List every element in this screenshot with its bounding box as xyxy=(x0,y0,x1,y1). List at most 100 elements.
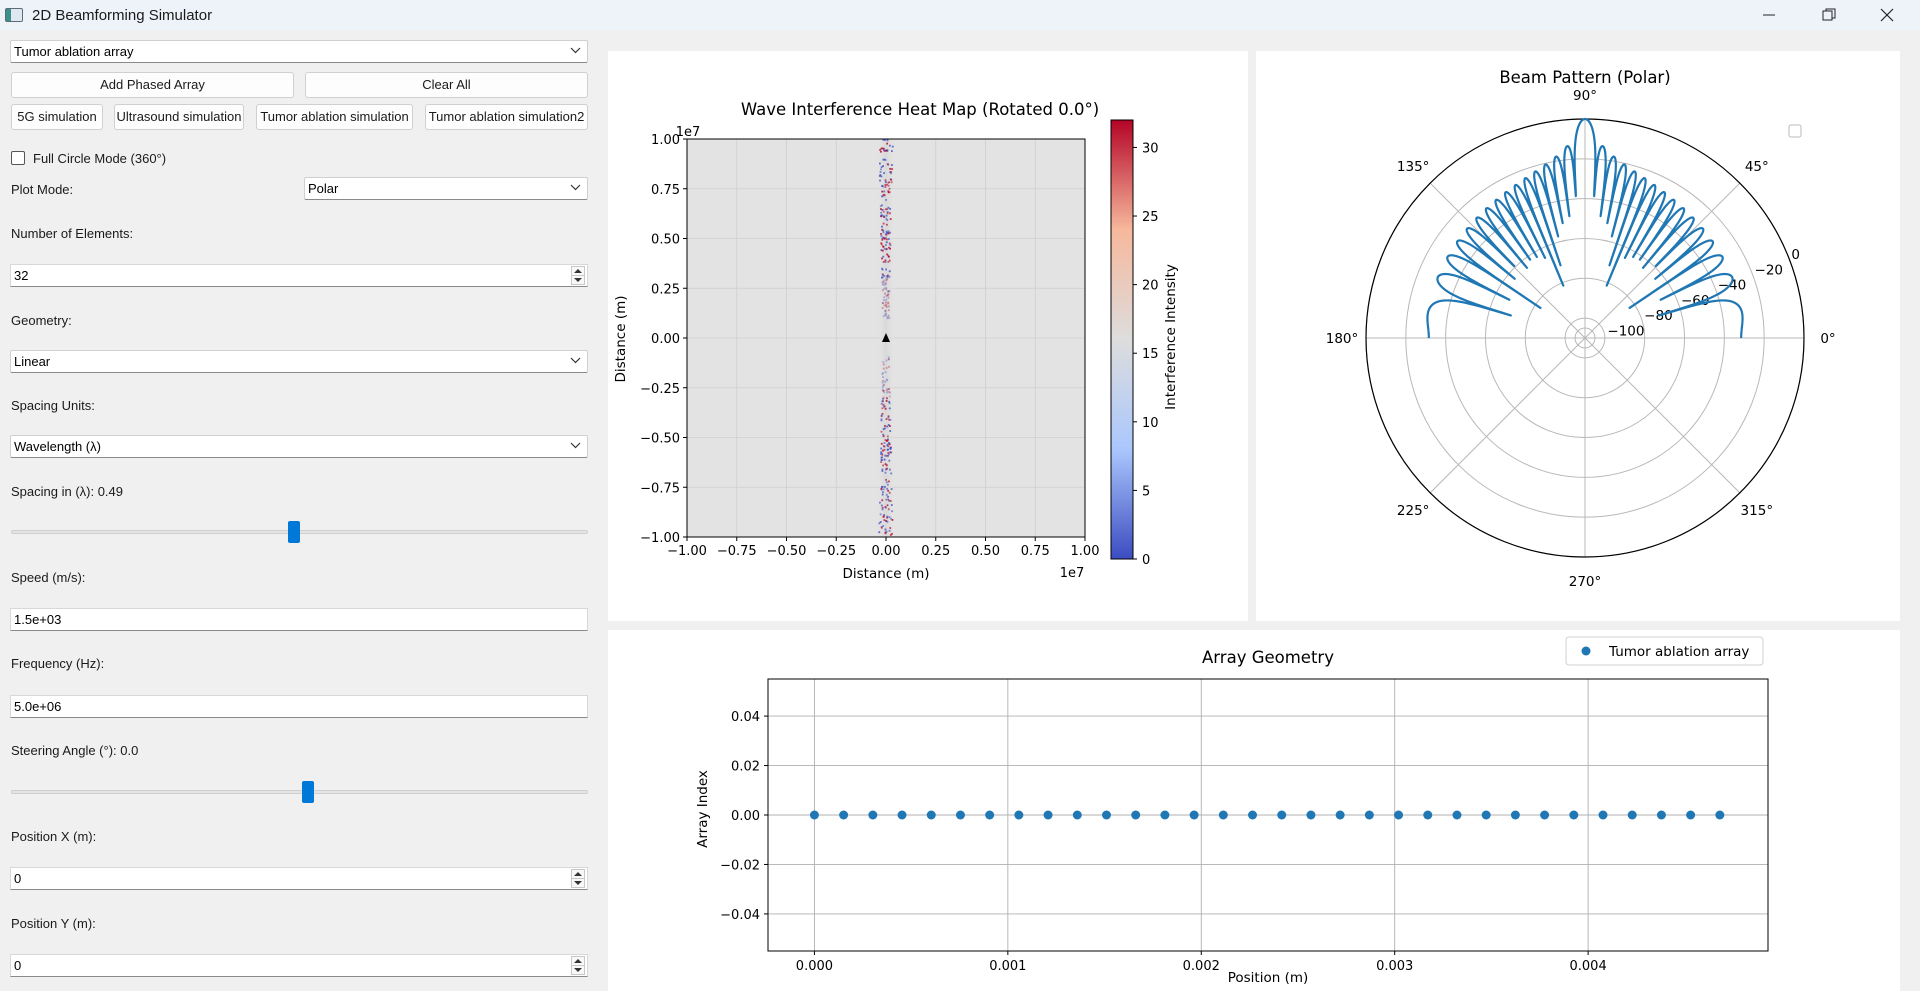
spacing-units-label: Spacing Units: xyxy=(11,398,95,413)
spin-arrows-icon[interactable] xyxy=(571,266,585,285)
heatmap-cell xyxy=(888,480,890,483)
polar-grid-spoke xyxy=(1429,337,1586,494)
spacing-label: Spacing in (λ): 0.49 xyxy=(11,484,124,499)
geometry-select[interactable]: Linear xyxy=(10,350,588,373)
heatmap-chart[interactable]: Wave Interference Heat Map (Rotated 0.0°… xyxy=(608,51,1248,621)
polar-angle-label: 180° xyxy=(1326,331,1359,347)
restore-button[interactable] xyxy=(1800,0,1858,30)
heatmap-cell xyxy=(880,402,883,405)
heatmap-cell xyxy=(888,365,890,368)
heatmap-title: Wave Interference Heat Map (Rotated 0.0°… xyxy=(741,100,1099,119)
heatmap-cell xyxy=(880,249,883,252)
frequency-value: 5.0e+06 xyxy=(14,699,62,714)
add-phased-array-button[interactable]: Add Phased Array xyxy=(11,72,294,98)
heatmap-cell xyxy=(882,376,884,378)
preset-tumor-button[interactable]: Tumor ablation simulation xyxy=(256,104,413,130)
heatmap-cell xyxy=(880,487,883,490)
heatmap-cell xyxy=(881,195,884,198)
spacing-slider-handle[interactable] xyxy=(287,521,300,543)
heatmap-cell xyxy=(884,486,886,488)
num-elements-spinbox[interactable]: 32 xyxy=(10,264,588,287)
heatmap-cell xyxy=(882,315,885,318)
heatmap-cell xyxy=(889,212,891,215)
heatmap-cell xyxy=(883,458,886,461)
array-element-point xyxy=(1364,810,1374,820)
speed-input[interactable]: 1.5e+03 xyxy=(10,608,588,631)
heatmap-x-tick-label: 1.00 xyxy=(1071,544,1100,559)
steering-slider-track[interactable] xyxy=(11,790,588,794)
heatmap-cell xyxy=(879,501,881,504)
heatmap-cell xyxy=(891,168,893,170)
heatmap-x-tick-label: −1.00 xyxy=(667,544,707,559)
array-select[interactable]: Tumor ablation array xyxy=(10,40,588,63)
position-y-spinbox[interactable]: 0 xyxy=(10,954,588,977)
plot-mode-select[interactable]: Polar xyxy=(304,177,588,200)
steering-slider-handle[interactable] xyxy=(301,781,314,803)
heatmap-cell xyxy=(887,448,889,451)
preset-ultrasound-button[interactable]: Ultrasound simulation xyxy=(114,104,244,130)
heatmap-cell xyxy=(888,270,891,273)
heatmap-cell xyxy=(881,468,884,471)
heatmap-cell xyxy=(886,208,889,211)
heatmap-cell xyxy=(881,228,884,231)
close-icon xyxy=(1880,8,1894,22)
heatmap-cell xyxy=(882,379,885,382)
heatmap-cell xyxy=(884,380,887,383)
heatmap-cell xyxy=(880,461,883,463)
geometry-x-tick-label: 0.000 xyxy=(796,959,833,974)
full-circle-checkbox[interactable] xyxy=(11,151,25,165)
heatmap-cell xyxy=(888,187,891,190)
polar-angle-label: 90° xyxy=(1573,88,1597,104)
heatmap-cell xyxy=(886,316,889,319)
minimize-button[interactable] xyxy=(1740,0,1798,30)
heatmap-cell xyxy=(888,529,891,532)
heatmap-cell xyxy=(881,381,884,384)
clear-all-button[interactable]: Clear All xyxy=(305,72,588,98)
position-x-spinbox[interactable]: 0 xyxy=(10,867,588,890)
preset-5g-button[interactable]: 5G simulation xyxy=(11,104,103,130)
frequency-input[interactable]: 5.0e+06 xyxy=(10,695,588,718)
position-x-label: Position X (m): xyxy=(11,829,97,844)
colorbar-tick-label: 15 xyxy=(1142,347,1159,362)
heatmap-cell xyxy=(880,211,883,214)
heatmap-cell xyxy=(883,448,886,451)
array-element-point xyxy=(1452,810,1462,820)
heatmap-cell xyxy=(885,378,888,381)
speed-value: 1.5e+03 xyxy=(14,612,62,627)
heatmap-cell xyxy=(886,238,888,241)
array-element-point xyxy=(1014,810,1024,820)
heatmap-cell xyxy=(885,478,887,481)
heatmap-cell xyxy=(886,516,888,519)
polar-angle-label: 135° xyxy=(1397,159,1430,175)
heatmap-cell xyxy=(888,407,891,410)
array-element-point xyxy=(1569,810,1579,820)
array-element-point xyxy=(1598,810,1608,820)
heatmap-cell xyxy=(889,144,891,147)
array-element-point xyxy=(1656,810,1666,820)
heatmap-cell xyxy=(886,397,888,400)
preset-tumor2-button[interactable]: Tumor ablation simulation2 xyxy=(425,104,588,130)
polar-chart[interactable]: Beam Pattern (Polar) 0° 45° 90° 135° 180° 225… xyxy=(1256,51,1900,621)
heatmap-cell xyxy=(887,356,890,359)
close-button[interactable] xyxy=(1858,0,1916,30)
heatmap-cell xyxy=(885,418,888,420)
heatmap-cell xyxy=(884,506,887,509)
heatmap-cell xyxy=(885,498,888,501)
heatmap-cell xyxy=(887,454,889,457)
heatmap-cell xyxy=(888,442,890,444)
heatmap-cell xyxy=(888,358,890,361)
heatmap-cell xyxy=(885,288,888,291)
heatmap-cell xyxy=(882,261,885,263)
geometry-x-label: Position (m) xyxy=(1228,970,1309,986)
array-element-point xyxy=(955,810,965,820)
spacing-units-select[interactable]: Wavelength (λ) xyxy=(10,435,588,458)
heatmap-cell xyxy=(890,446,892,449)
spin-arrows-icon[interactable] xyxy=(571,869,585,888)
heatmap-cell xyxy=(888,317,891,319)
geometry-y-label: Array Index xyxy=(695,770,711,848)
geometry-chart[interactable]: Array Geometry 0.000 0.001 0.002 0.003 0.004… xyxy=(608,630,1900,991)
heatmap-cell xyxy=(886,223,888,226)
spin-arrows-icon[interactable] xyxy=(571,956,585,975)
heatmap-cell xyxy=(886,149,889,151)
heatmap-cell xyxy=(880,168,882,171)
